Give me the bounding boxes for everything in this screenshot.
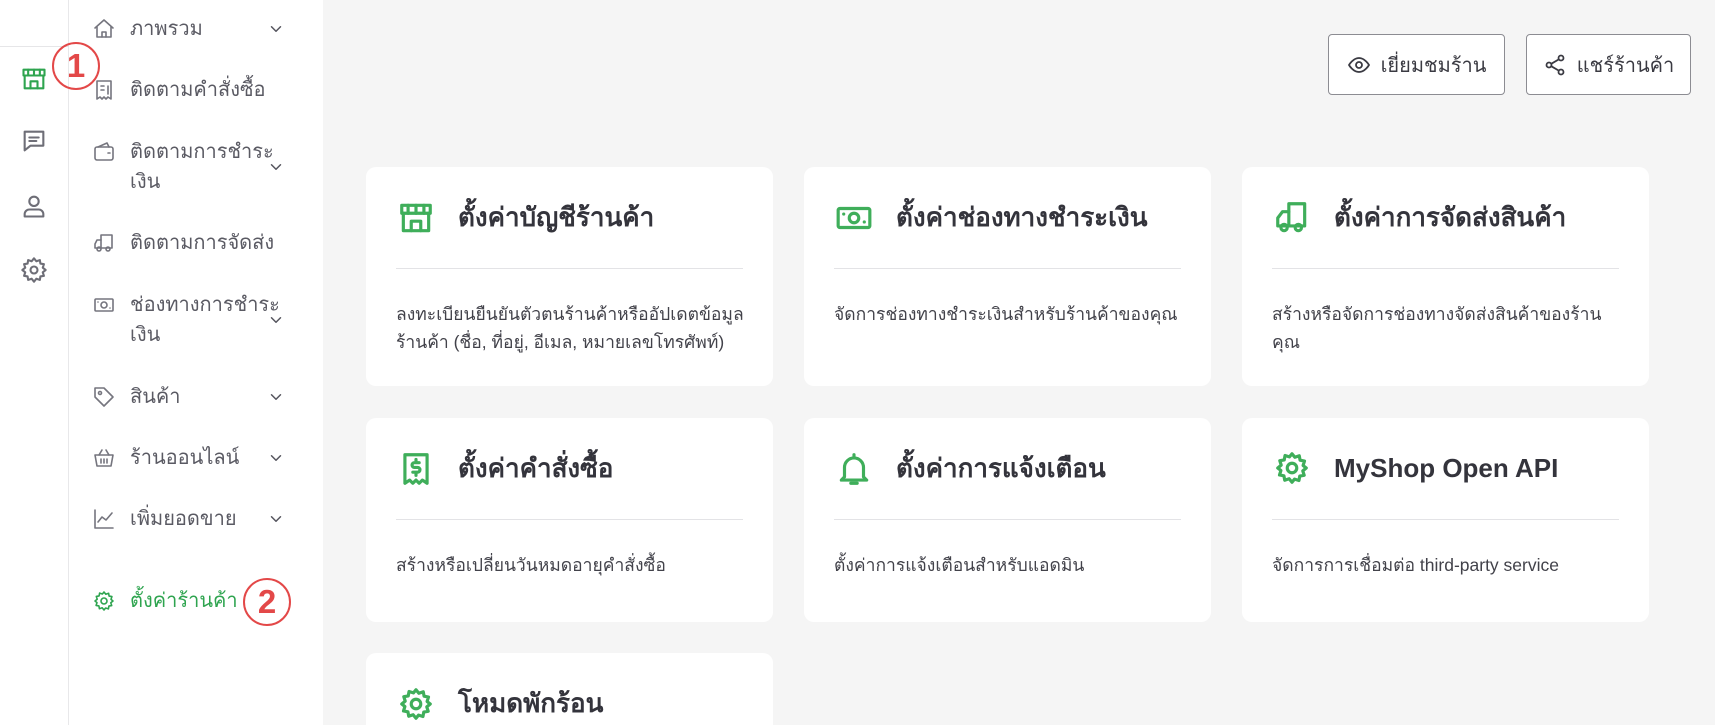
eye-icon bbox=[1347, 56, 1370, 73]
card-divider bbox=[1272, 519, 1619, 520]
sidebar-item-track-shipping[interactable]: ติดตามการจัดส่ง bbox=[91, 228, 371, 258]
chat-icon[interactable] bbox=[19, 126, 49, 156]
card-title: MyShop Open API bbox=[1334, 452, 1559, 483]
icon-rail bbox=[0, 0, 69, 725]
sidebar-item-label: ติดตามการชำระเงิน bbox=[130, 141, 274, 193]
card-description: ลงทะเบียนยืนยันตัวตนร้านค้าหรืออัปเดตข้อ… bbox=[396, 304, 744, 352]
bell-icon bbox=[834, 449, 874, 489]
share-store-button[interactable]: แชร์ร้านค้า bbox=[1526, 34, 1691, 95]
card-divider bbox=[1272, 268, 1619, 269]
sidebar-item-overview[interactable]: ภาพรวม bbox=[91, 14, 371, 44]
card-title: ตั้งค่าบัญชีร้านค้า bbox=[458, 202, 655, 232]
sidebar-item-track-payments[interactable]: ติดตามการชำระเงิน bbox=[91, 137, 371, 197]
card-divider bbox=[834, 268, 1181, 269]
card-divider bbox=[396, 519, 743, 520]
receipt-icon bbox=[396, 449, 436, 489]
chevron-down-icon[interactable] bbox=[267, 311, 285, 329]
card-title: โหมดพักร้อน bbox=[458, 688, 604, 718]
card-shipping-settings[interactable]: ตั้งค่าการจัดส่งสินค้า สร้างหรือจัดการช่… bbox=[1242, 167, 1649, 386]
gear-icon bbox=[1272, 448, 1312, 488]
home-icon bbox=[91, 16, 117, 42]
truck-icon bbox=[91, 230, 117, 256]
card-divider bbox=[834, 519, 1181, 520]
card-title: ตั้งค่าคำสั่งซื้อ bbox=[458, 453, 614, 483]
card-description: จัดการช่องทางชำระเงินสำหรับร้านค้าของคุณ bbox=[834, 304, 1178, 324]
chevron-down-icon[interactable] bbox=[267, 388, 285, 406]
tag-icon bbox=[91, 384, 117, 410]
banknote-icon bbox=[91, 292, 117, 318]
receipt-icon bbox=[91, 77, 117, 103]
card-store-account-settings[interactable]: ตั้งค่าบัญชีร้านค้า ลงทะเบียนยืนยันตัวตน… bbox=[366, 167, 773, 386]
sidebar-item-label: ช่องทางการชำระเงิน bbox=[130, 294, 280, 346]
sidebar-item-label: ภาพรวม bbox=[130, 18, 203, 40]
truck-icon bbox=[1272, 198, 1312, 238]
annotation-marker-1: 1 bbox=[52, 42, 100, 90]
sidebar-item-label: เพิ่มยอดขาย bbox=[130, 508, 237, 530]
store-icon[interactable] bbox=[19, 64, 49, 94]
sidebar-item-label: ติดตามคำสั่งซื้อ bbox=[130, 79, 266, 101]
card-order-settings[interactable]: ตั้งค่าคำสั่งซื้อ สร้างหรือเปลี่ยนวันหมด… bbox=[366, 418, 773, 622]
sidebar-item-label: ติดตามการจัดส่ง bbox=[130, 232, 275, 254]
card-title: ตั้งค่าการจัดส่งสินค้า bbox=[1334, 202, 1567, 232]
sidebar-item-online-store[interactable]: ร้านออนไลน์ bbox=[91, 443, 371, 473]
sidebar-item-label: ร้านออนไลน์ bbox=[130, 447, 240, 469]
sidebar-item-payment-channels[interactable]: ช่องทางการชำระเงิน bbox=[91, 290, 371, 350]
card-myshop-open-api[interactable]: MyShop Open API จัดการการเชื่อมต่อ third… bbox=[1242, 418, 1649, 622]
chevron-down-icon[interactable] bbox=[267, 510, 285, 528]
settings-icon[interactable] bbox=[19, 255, 49, 285]
card-vacation-mode[interactable]: โหมดพักร้อน bbox=[366, 653, 773, 725]
visit-store-label: เยี่ยมชมร้าน bbox=[1380, 54, 1487, 77]
card-notification-settings[interactable]: ตั้งค่าการแจ้งเตือน ตั้งค่าการแจ้งเตือนส… bbox=[804, 418, 1211, 622]
chart-icon bbox=[91, 506, 117, 532]
sidebar-item-track-orders[interactable]: ติดตามคำสั่งซื้อ bbox=[91, 75, 371, 105]
store-icon bbox=[396, 198, 436, 238]
sidebar-item-label: สินค้า bbox=[130, 386, 181, 408]
card-title: ตั้งค่าการแจ้งเตือน bbox=[896, 453, 1106, 483]
share-icon bbox=[1545, 54, 1565, 75]
gear-icon bbox=[396, 684, 436, 724]
gear-icon bbox=[91, 588, 117, 614]
card-description: ตั้งค่าการแจ้งเตือนสำหรับแอดมิน bbox=[834, 555, 1085, 575]
chevron-down-icon[interactable] bbox=[267, 158, 285, 176]
card-title: ตั้งค่าช่องทางชำระเงิน bbox=[896, 202, 1148, 232]
annotation-marker-2: 2 bbox=[243, 578, 291, 626]
card-divider bbox=[396, 268, 743, 269]
banknote-icon bbox=[834, 198, 874, 238]
chevron-down-icon[interactable] bbox=[267, 20, 285, 38]
basket-icon bbox=[91, 445, 117, 471]
wallet-icon bbox=[91, 139, 117, 165]
user-icon[interactable] bbox=[19, 191, 49, 221]
sidebar-item-store-settings[interactable]: ตั้งค่าร้านค้า bbox=[91, 586, 371, 616]
card-description: สร้างหรือจัดการช่องทางจัดส่งสินค้าของร้า… bbox=[1272, 304, 1602, 352]
rail-divider bbox=[0, 46, 69, 47]
share-store-label: แชร์ร้านค้า bbox=[1576, 54, 1675, 77]
card-description: สร้างหรือเปลี่ยนวันหมดอายุคำสั่งซื้อ bbox=[396, 555, 666, 575]
card-description: จัดการการเชื่อมต่อ third-party service bbox=[1272, 555, 1559, 575]
visit-store-button[interactable]: เยี่ยมชมร้าน bbox=[1328, 34, 1505, 95]
card-payment-channel-settings[interactable]: ตั้งค่าช่องทางชำระเงิน จัดการช่องทางชำระ… bbox=[804, 167, 1211, 386]
sidebar-item-boost-sales[interactable]: เพิ่มยอดขาย bbox=[91, 504, 371, 534]
sidebar-item-products[interactable]: สินค้า bbox=[91, 382, 371, 412]
chevron-down-icon[interactable] bbox=[267, 449, 285, 467]
